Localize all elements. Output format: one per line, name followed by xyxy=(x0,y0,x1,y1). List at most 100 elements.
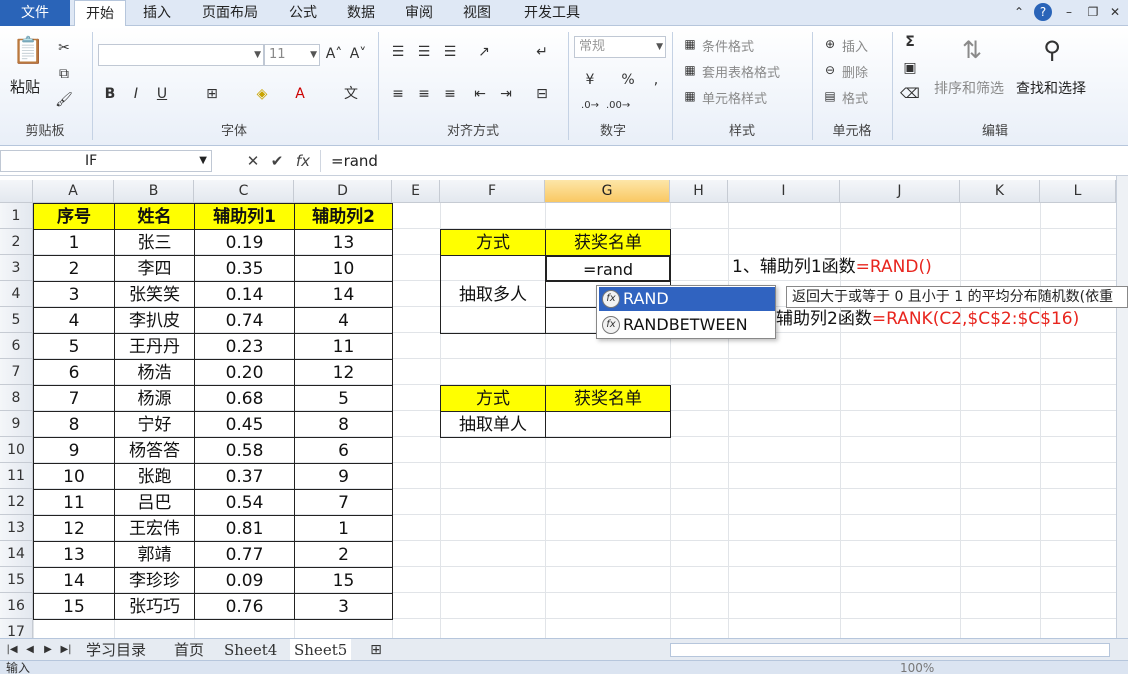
currency-icon[interactable]: ¥ xyxy=(580,70,600,90)
paste-button[interactable]: 粘贴 xyxy=(10,76,40,97)
format-cells-button[interactable]: 格式 xyxy=(842,88,868,107)
table-cell[interactable]: 0.35 xyxy=(194,255,295,282)
table-cell[interactable]: 8 xyxy=(294,411,393,438)
table-cell[interactable]: 0.14 xyxy=(194,281,295,308)
vertical-scrollbar[interactable] xyxy=(1116,176,1128,638)
column-header-c[interactable]: C xyxy=(194,180,294,203)
table-cell[interactable]: 3 xyxy=(294,593,393,620)
tab-data[interactable]: 数据 xyxy=(338,0,384,26)
table-cell[interactable]: 0.19 xyxy=(194,229,295,256)
cut-icon[interactable]: ✂ xyxy=(54,38,74,58)
table-cell[interactable]: 0.74 xyxy=(194,307,295,334)
table-cell[interactable]: 5 xyxy=(33,333,115,360)
table-cell[interactable]: 3 xyxy=(33,281,115,308)
column-header-i[interactable]: I xyxy=(728,180,840,203)
sheet-tab-home[interactable]: 首页 xyxy=(170,639,208,661)
table-cell[interactable]: 0.81 xyxy=(194,515,295,542)
restore-icon[interactable]: ❐ xyxy=(1084,3,1102,21)
column-header-j[interactable]: J xyxy=(840,180,960,203)
row-header-8[interactable]: 8 xyxy=(0,385,33,411)
column-header-d[interactable]: D xyxy=(294,180,392,203)
table-cell[interactable]: 1 xyxy=(294,515,393,542)
table-cell[interactable]: 0.76 xyxy=(194,593,295,620)
table-header-cell[interactable]: 序号 xyxy=(33,203,115,230)
table-cell[interactable]: 杨源 xyxy=(114,385,195,412)
table-cell[interactable]: 1 xyxy=(33,229,115,256)
table-format-icon[interactable]: ▦ xyxy=(680,60,700,80)
conditional-format-icon[interactable]: ▦ xyxy=(680,34,700,54)
increase-decimal-icon[interactable]: .0→ xyxy=(580,96,600,116)
cell-style-icon[interactable]: ▦ xyxy=(680,86,700,106)
table-cell[interactable]: 0.54 xyxy=(194,489,295,516)
draw2-winners-header[interactable]: 获奖名单 xyxy=(545,385,671,412)
wrap-text-icon[interactable]: ↵ xyxy=(532,42,552,62)
tab-file[interactable]: 文件 xyxy=(0,0,70,26)
border-icon[interactable]: ⊞ xyxy=(202,84,222,104)
worksheet-grid[interactable]: A B C D E F G H I J K L 1 2 3 4 5 6 7 8 9 10 11 12 13 14 15 16 17 序号姓… xyxy=(0,180,1116,638)
horizontal-scrollbar[interactable] xyxy=(670,643,1110,657)
table-cell[interactable]: 14 xyxy=(294,281,393,308)
tab-review[interactable]: 审阅 xyxy=(396,0,442,26)
name-box[interactable]: IF ▼ xyxy=(0,150,212,172)
tab-developer[interactable]: 开发工具 xyxy=(512,0,592,26)
row-header-6[interactable]: 6 xyxy=(0,333,33,359)
tab-formulas[interactable]: 公式 xyxy=(280,0,326,26)
table-cell[interactable]: 郭靖 xyxy=(114,541,195,568)
column-header-k[interactable]: K xyxy=(960,180,1040,203)
table-cell[interactable]: 张跑 xyxy=(114,463,195,490)
next-sheet-icon[interactable]: ▶ xyxy=(38,640,58,660)
table-cell[interactable]: 13 xyxy=(294,229,393,256)
sheet-tab-sheet5[interactable]: Sheet5 xyxy=(290,639,352,661)
draw1-winners-header[interactable]: 获奖名单 xyxy=(545,229,671,256)
delete-cells-button[interactable]: 删除 xyxy=(842,62,868,81)
table-cell[interactable]: 0.37 xyxy=(194,463,295,490)
column-header-f[interactable]: F xyxy=(440,180,545,203)
draw1-label[interactable]: 抽取多人 xyxy=(440,255,546,334)
help-icon[interactable]: ? xyxy=(1034,3,1052,21)
column-header-a[interactable]: A xyxy=(33,180,114,203)
ribbon-collapse-icon[interactable]: ⌃ xyxy=(1010,3,1028,21)
row-header-9[interactable]: 9 xyxy=(0,411,33,437)
conditional-format-button[interactable]: 条件格式 xyxy=(702,36,754,55)
row-header-5[interactable]: 5 xyxy=(0,307,33,333)
table-cell[interactable]: 张巧巧 xyxy=(114,593,195,620)
decrease-indent-icon[interactable]: ⇤ xyxy=(470,84,490,104)
column-header-l[interactable]: L xyxy=(1040,180,1116,203)
table-format-button[interactable]: 套用表格格式 xyxy=(702,62,780,81)
autocomplete-item-rand[interactable]: fx RAND xyxy=(599,287,775,311)
row-header-7[interactable]: 7 xyxy=(0,359,33,385)
column-header-h[interactable]: H xyxy=(670,180,728,203)
bold-icon[interactable]: B xyxy=(100,84,120,104)
table-cell[interactable]: 11 xyxy=(33,489,115,516)
decrease-decimal-icon[interactable]: .00→ xyxy=(606,96,630,116)
align-center-icon[interactable]: ≡ xyxy=(414,84,434,104)
fill-color-icon[interactable]: ◈ xyxy=(252,84,272,104)
sheet-tab-study[interactable]: 学习目录 xyxy=(82,639,150,661)
row-header-1[interactable]: 1 xyxy=(0,203,33,229)
italic-icon[interactable]: I xyxy=(126,84,146,104)
decrease-font-icon[interactable]: A˅ xyxy=(348,44,368,64)
enter-icon[interactable]: ✔ xyxy=(266,150,288,172)
increase-indent-icon[interactable]: ⇥ xyxy=(496,84,516,104)
new-sheet-icon[interactable]: ⊞ xyxy=(366,640,386,660)
merge-center-icon[interactable]: ⊟ xyxy=(532,84,552,104)
insert-cells-button[interactable]: 插入 xyxy=(842,36,868,55)
align-middle-icon[interactable]: ☰ xyxy=(414,42,434,62)
row-header-4[interactable]: 4 xyxy=(0,281,33,307)
table-cell[interactable]: 张三 xyxy=(114,229,195,256)
column-header-e[interactable]: E xyxy=(392,180,440,203)
tab-page-layout[interactable]: 页面布局 xyxy=(192,0,268,26)
table-cell[interactable]: 杨浩 xyxy=(114,359,195,386)
table-cell[interactable]: 0.09 xyxy=(194,567,295,594)
row-header-13[interactable]: 13 xyxy=(0,515,33,541)
align-top-icon[interactable]: ☰ xyxy=(388,42,408,62)
insert-function-icon[interactable]: fx xyxy=(292,150,314,172)
font-size-combo[interactable]: 11 ▼ xyxy=(264,44,320,66)
comma-icon[interactable]: , xyxy=(646,70,666,90)
table-cell[interactable]: 15 xyxy=(294,567,393,594)
font-color-icon[interactable]: A xyxy=(290,84,310,104)
draw2-method-header[interactable]: 方式 xyxy=(440,385,546,412)
prev-sheet-icon[interactable]: ◀ xyxy=(20,640,40,660)
table-cell[interactable]: 15 xyxy=(33,593,115,620)
table-cell[interactable]: 7 xyxy=(294,489,393,516)
